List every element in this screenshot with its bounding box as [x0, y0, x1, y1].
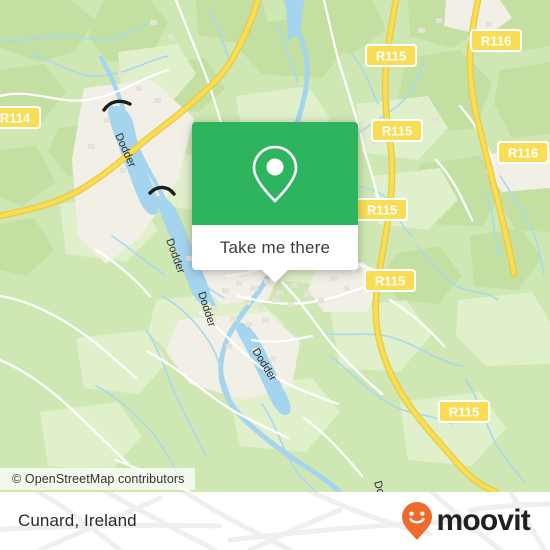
svg-text:R115: R115 [376, 49, 406, 64]
svg-text:R115: R115 [449, 405, 479, 420]
osm-attribution: © OpenStreetMap contributors [0, 468, 195, 490]
popup-action-area[interactable]: Take me there [192, 225, 358, 270]
moovit-wordmark: moovit [436, 504, 530, 537]
svg-text:R115: R115 [375, 274, 405, 289]
road-shield-r115: R115 [364, 269, 416, 292]
popup-icon-area [192, 122, 358, 225]
popup-pointer [262, 270, 288, 283]
svg-text:R115: R115 [367, 203, 397, 218]
svg-text:R116: R116 [508, 146, 538, 161]
road-shield-r116: R116 [470, 29, 522, 52]
road-shield-r115: R115 [438, 400, 490, 423]
moovit-pin-smile-icon [402, 502, 433, 540]
footer-bar: Cunard, Ireland moovit [0, 492, 550, 550]
moovit-logo[interactable]: moovit [400, 501, 531, 541]
road-shield-r115: R115 [356, 198, 408, 221]
road-shield-r116: R116 [497, 141, 549, 164]
take-me-there-popup[interactable]: Take me there [192, 122, 358, 283]
svg-text:R116: R116 [481, 34, 511, 49]
moovit-map-screen: Dodder Dodder Dodder Dodder Dod R114 R11… [0, 0, 550, 550]
popup-label: Take me there [219, 237, 331, 257]
road-shield-r115: R115 [365, 44, 417, 67]
road-shield-r114: R114 [0, 106, 41, 129]
road-shield-r115: R115 [371, 119, 423, 142]
svg-text:R115: R115 [382, 124, 412, 139]
map-pin-icon [252, 145, 298, 203]
place-name: Cunard, Ireland [18, 511, 137, 530]
svg-text:R114: R114 [0, 111, 31, 126]
